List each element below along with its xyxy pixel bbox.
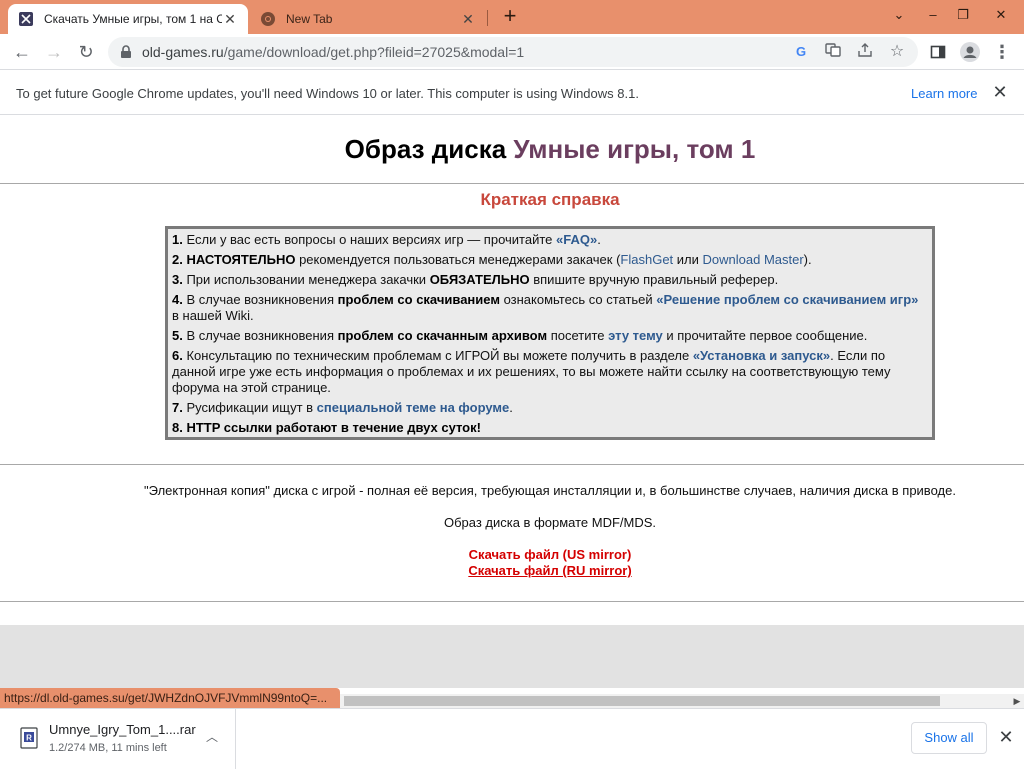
update-infobar: To get future Google Chrome updates, you…: [0, 71, 1024, 115]
site-favicon-icon: [18, 11, 34, 27]
minimize-button[interactable]: –: [916, 0, 950, 30]
download-item[interactable]: R Umnye_Igry_Tom_1....rar 1.2/274 MB, 11…: [0, 709, 236, 769]
translate-icon[interactable]: [823, 42, 843, 62]
title-prefix: Образ диска: [344, 134, 514, 164]
browser-toolbar: ← → ↻ old-games.ru/game/download/get.php…: [0, 34, 1024, 70]
download-ru-mirror-link[interactable]: Скачать файл (RU mirror): [0, 563, 1024, 578]
download-file-name: Umnye_Igry_Tom_1....rar: [49, 722, 196, 737]
download-us-mirror-link[interactable]: Скачать файл (US mirror): [0, 547, 1024, 562]
divider: [0, 464, 1024, 465]
svg-text:R: R: [26, 734, 32, 743]
tab-title: Скачать Умные игры, том 1 на С: [44, 12, 222, 26]
bookmark-star-icon[interactable]: ☆: [887, 42, 907, 62]
help-item-3: 3. При использовании менеджера закачки О…: [172, 272, 779, 287]
help-item-6: 6. Консультацию по техническим проблемам…: [172, 348, 891, 395]
help-item-1: 1. Если у вас есть вопросы о наших верси…: [172, 232, 601, 247]
infobar-close-icon[interactable]: ✕: [990, 82, 1010, 102]
show-all-button[interactable]: Show all: [911, 722, 987, 754]
scrollbar-thumb[interactable]: [344, 696, 940, 706]
tab-strip: Скачать Умные игры, том 1 на С ✕ New Tab…: [0, 0, 1024, 34]
download-master-link[interactable]: Download Master: [703, 252, 804, 267]
address-bar[interactable]: old-games.ru/game/download/get.php?filei…: [108, 37, 918, 67]
page-title: Образ диска Умные игры, том 1: [0, 134, 1024, 165]
menu-kebab-icon[interactable]: ⋮: [988, 38, 1016, 66]
side-panel-icon[interactable]: [924, 38, 952, 66]
page-content: Образ диска Умные игры, том 1 Краткая сп…: [0, 116, 1024, 688]
title-game-name: Умные игры, том 1: [513, 134, 756, 164]
learn-more-link[interactable]: Learn more: [911, 86, 977, 101]
help-box: 1. Если у вас есть вопросы о наших верси…: [165, 226, 935, 440]
help-item-4: 4. В случае возникновения проблем со ска…: [172, 292, 919, 323]
wiki-article-link[interactable]: «Решение проблем со скачиванием игр»: [656, 292, 918, 307]
status-bar-url: https://dl.old-games.su/get/JWHZdnOJVFJV…: [0, 688, 340, 708]
google-icon[interactable]: G: [791, 42, 811, 62]
reload-icon[interactable]: ↻: [72, 38, 100, 66]
tab-active[interactable]: Скачать Умные игры, том 1 на С ✕: [8, 4, 248, 34]
tab-new-tab[interactable]: New Tab ✕: [250, 4, 486, 34]
localization-forum-link[interactable]: специальной теме на форуме: [317, 400, 510, 415]
tab-search-icon[interactable]: ⌄: [882, 0, 916, 30]
description-text: "Электронная копия" диска с игрой - полн…: [144, 483, 956, 498]
profile-avatar-icon[interactable]: [956, 38, 984, 66]
download-progress-text: 1.2/274 MB, 11 mins left: [49, 742, 167, 754]
archive-topic-link[interactable]: эту тему: [608, 328, 663, 343]
chevron-up-icon[interactable]: ︿: [204, 729, 220, 745]
chrome-icon: [260, 11, 276, 27]
page-footer-band: [0, 625, 1024, 688]
forward-arrow-icon[interactable]: →: [40, 38, 68, 66]
tab-title: New Tab: [286, 12, 333, 26]
infobar-message: To get future Google Chrome updates, you…: [16, 86, 639, 101]
divider: [0, 183, 1024, 184]
window-close-button[interactable]: ✕: [984, 0, 1018, 30]
url-path: /game/download/get.php?fileid=27025&moda…: [223, 44, 525, 60]
restore-button[interactable]: ❐: [946, 0, 980, 30]
help-item-7: 7. Русификации ищут в специальной теме н…: [172, 400, 513, 415]
flashget-link[interactable]: FlashGet: [620, 252, 673, 267]
share-icon[interactable]: [855, 42, 875, 62]
horizontal-scrollbar[interactable]: ▶: [340, 694, 1024, 708]
url-domain: old-games.ru: [142, 44, 224, 60]
help-item-2: 2. НАСТОЯТЕЛЬНО рекомендуется пользовать…: [172, 252, 812, 267]
download-shelf-close-icon[interactable]: ✕: [996, 727, 1016, 747]
new-tab-button[interactable]: +: [498, 5, 522, 29]
format-text: Образ диска в формате MDF/MDS.: [443, 515, 657, 530]
divider: [0, 601, 1024, 602]
tab-close-icon[interactable]: ✕: [460, 11, 476, 27]
download-shelf: R Umnye_Igry_Tom_1....rar 1.2/274 MB, 11…: [0, 708, 1024, 769]
lock-icon[interactable]: [118, 44, 134, 60]
tab-close-icon[interactable]: ✕: [222, 11, 238, 27]
url-text[interactable]: old-games.ru/game/download/get.php?filei…: [142, 44, 524, 60]
help-heading: Краткая справка: [480, 190, 620, 209]
back-arrow-icon[interactable]: ←: [8, 38, 36, 66]
archive-file-icon: R: [18, 727, 40, 749]
faq-link[interactable]: «FAQ»: [556, 232, 597, 247]
scroll-right-arrow-icon[interactable]: ▶: [1010, 694, 1024, 708]
help-item-8: 8. HTTP ссылки работают в течение двух с…: [172, 420, 481, 435]
install-section-link[interactable]: «Установка и запуск»: [693, 348, 830, 363]
help-item-5: 5. В случае возникновения проблем со ска…: [172, 328, 868, 343]
tab-divider: [487, 10, 488, 26]
